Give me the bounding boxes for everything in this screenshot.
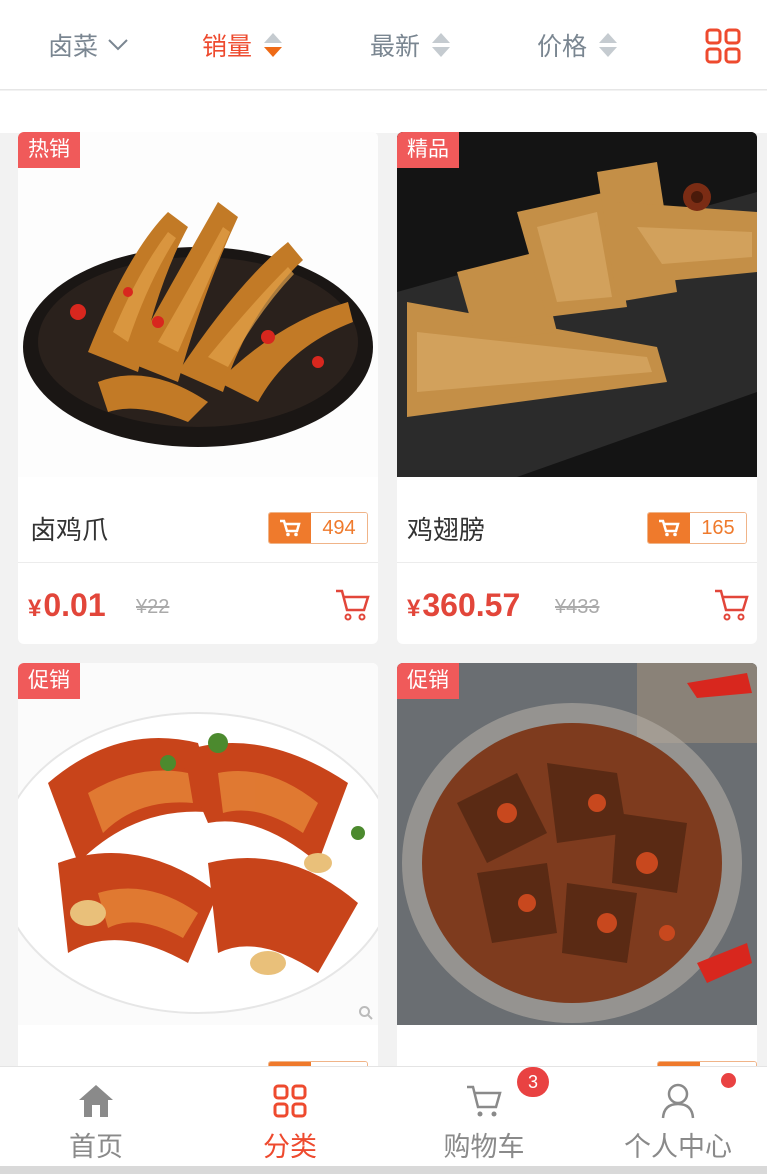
nav-profile-label: 个人中心 bbox=[624, 1132, 732, 1162]
chicken-feet-image bbox=[18, 132, 378, 477]
product-badge: 促销 bbox=[397, 663, 459, 699]
sort-newest-label: 最新 bbox=[370, 33, 421, 61]
sold-count: 494 bbox=[268, 512, 368, 544]
category-filter[interactable]: 卤菜 bbox=[48, 0, 128, 90]
nav-cart-label: 购物车 bbox=[443, 1132, 525, 1162]
original-price: ¥433 bbox=[555, 596, 600, 618]
nav-category[interactable]: 分类 bbox=[194, 1067, 386, 1167]
user-icon bbox=[659, 1081, 697, 1121]
sold-count-value: 494 bbox=[311, 513, 367, 543]
nav-profile[interactable]: 个人中心 bbox=[582, 1067, 767, 1167]
shopping-cart-icon bbox=[465, 1081, 503, 1121]
product-card[interactable]: 促销 bbox=[18, 663, 378, 1083]
product-card[interactable]: 精品 鸡翅膀 165 ¥ 360.57 ¥433 bbox=[397, 132, 757, 644]
notification-dot bbox=[721, 1073, 736, 1088]
sort-newest[interactable]: 最新 bbox=[370, 0, 451, 90]
bottom-nav: 首页 分类 购物车 个人中心 bbox=[0, 1066, 767, 1174]
sort-sales-label: 销量 bbox=[202, 33, 253, 61]
product-badge: 促销 bbox=[18, 663, 80, 699]
product-badge: 精品 bbox=[397, 132, 459, 168]
product-name: 卤鸡爪 bbox=[30, 515, 109, 545]
chevron-down-icon bbox=[108, 39, 128, 51]
category-grid-icon bbox=[271, 1081, 309, 1121]
grid-view-icon[interactable] bbox=[705, 28, 741, 64]
nav-home-label: 首页 bbox=[69, 1132, 123, 1162]
sort-arrows-icon bbox=[432, 33, 451, 57]
divider bbox=[397, 562, 757, 563]
home-icon bbox=[77, 1081, 115, 1121]
nav-home[interactable]: 首页 bbox=[0, 1067, 192, 1167]
cart-count-badge: 3 bbox=[517, 1067, 549, 1097]
price-value: 0.01 bbox=[43, 587, 106, 623]
product-card[interactable]: 促销 bbox=[397, 663, 757, 1083]
product-card[interactable]: 热销 卤鸡爪 494 ¥ 0.01 ¥22 bbox=[18, 132, 378, 644]
sort-arrows-icon bbox=[599, 33, 618, 57]
nav-cart[interactable]: 购物车 bbox=[388, 1067, 580, 1167]
product-image[interactable]: 精品 bbox=[397, 132, 757, 477]
currency-symbol: ¥ bbox=[407, 595, 421, 622]
sort-price[interactable]: 价格 bbox=[537, 0, 618, 90]
divider bbox=[18, 562, 378, 563]
header-spacer bbox=[0, 91, 767, 133]
bottom-edge bbox=[0, 1166, 767, 1174]
product-name: 鸡翅膀 bbox=[407, 515, 486, 545]
page: 卤菜 销量 最新 价格 热销 卤鸡爪 494 ¥ 0.01 ¥22 精品 鸡翅膀… bbox=[0, 0, 767, 1174]
product-price: ¥ 0.01 bbox=[28, 587, 106, 624]
add-to-cart-icon[interactable] bbox=[713, 588, 749, 622]
sort-price-label: 价格 bbox=[537, 33, 588, 61]
cart-icon bbox=[648, 513, 690, 543]
nav-category-label: 分类 bbox=[263, 1132, 317, 1162]
braised-dish-image bbox=[18, 663, 378, 1025]
product-image[interactable]: 促销 bbox=[397, 663, 757, 1025]
category-filter-label: 卤菜 bbox=[48, 33, 99, 61]
sold-count-value: 165 bbox=[690, 513, 746, 543]
product-badge: 热销 bbox=[18, 132, 80, 168]
product-price: ¥ 360.57 bbox=[407, 587, 520, 624]
spicy-duck-image bbox=[397, 663, 757, 1025]
sort-sales[interactable]: 销量 bbox=[202, 0, 283, 90]
price-value: 360.57 bbox=[422, 587, 521, 623]
product-image[interactable]: 热销 bbox=[18, 132, 378, 477]
cart-icon bbox=[269, 513, 311, 543]
filter-bar: 卤菜 销量 最新 价格 bbox=[0, 0, 767, 90]
add-to-cart-icon[interactable] bbox=[334, 588, 370, 622]
product-image[interactable]: 促销 bbox=[18, 663, 378, 1025]
chicken-wings-image bbox=[397, 132, 757, 477]
zoom-icon[interactable] bbox=[358, 1005, 374, 1021]
currency-symbol: ¥ bbox=[28, 595, 42, 622]
original-price: ¥22 bbox=[136, 596, 170, 618]
sort-arrows-icon bbox=[264, 33, 283, 57]
sold-count: 165 bbox=[647, 512, 747, 544]
